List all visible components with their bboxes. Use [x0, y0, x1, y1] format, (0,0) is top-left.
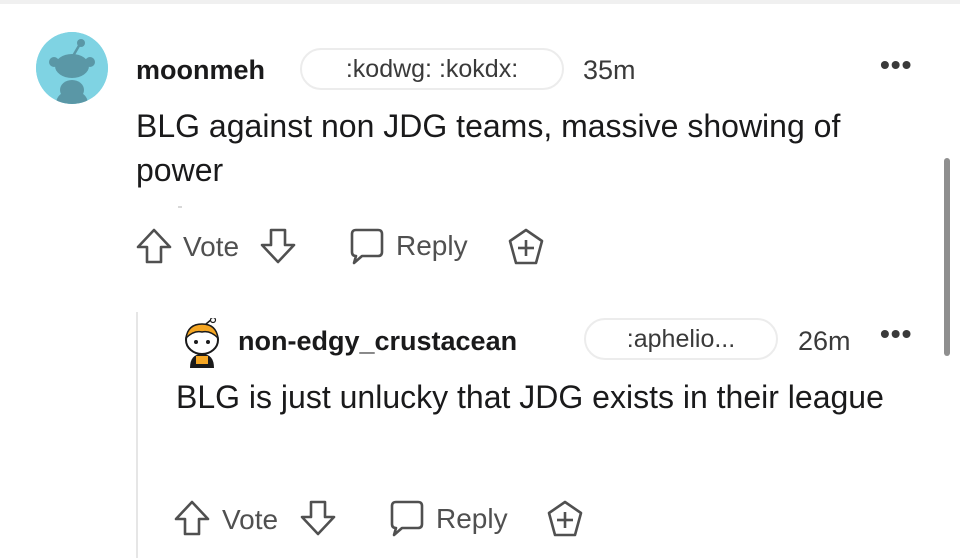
more-options-button[interactable]: ••• [880, 320, 912, 348]
snoo-avatar-icon [184, 318, 220, 368]
reply-label: Reply [396, 230, 468, 261]
award-icon[interactable] [505, 226, 547, 268]
avatar[interactable] [176, 318, 226, 368]
reply-label: Reply [436, 503, 508, 534]
thread-line[interactable] [136, 312, 138, 558]
downvote-icon[interactable] [258, 226, 298, 266]
snoo-avatar-icon [36, 32, 108, 104]
upvote-icon[interactable] [134, 226, 174, 266]
downvote-icon[interactable] [298, 498, 338, 538]
comment-username[interactable]: non-edgy_crustacean [238, 326, 517, 357]
comment-username[interactable]: moonmeh [136, 55, 265, 86]
comment-body: BLG against non JDG teams, massive showi… [136, 108, 841, 188]
stray-mark [178, 206, 182, 208]
user-flair: :kodwg: :kokdx: [300, 48, 564, 90]
avatar[interactable] [36, 32, 108, 104]
upvote-icon[interactable] [172, 498, 212, 538]
comment-timestamp: 35m [583, 55, 636, 85]
comment-timestamp: 26m [798, 326, 851, 356]
comment-body: BLG is just unlucky that JDG exists in t… [176, 379, 884, 415]
user-flair: :aphelio... [584, 318, 778, 360]
vote-label: Vote [183, 231, 240, 262]
award-icon[interactable] [544, 498, 586, 540]
speech-bubble-icon [390, 500, 424, 537]
scrollbar[interactable] [944, 158, 950, 356]
more-options-button[interactable]: ••• [880, 51, 912, 79]
top-divider [0, 0, 960, 4]
vote-label: Vote [222, 504, 279, 535]
speech-bubble-icon [350, 228, 384, 265]
